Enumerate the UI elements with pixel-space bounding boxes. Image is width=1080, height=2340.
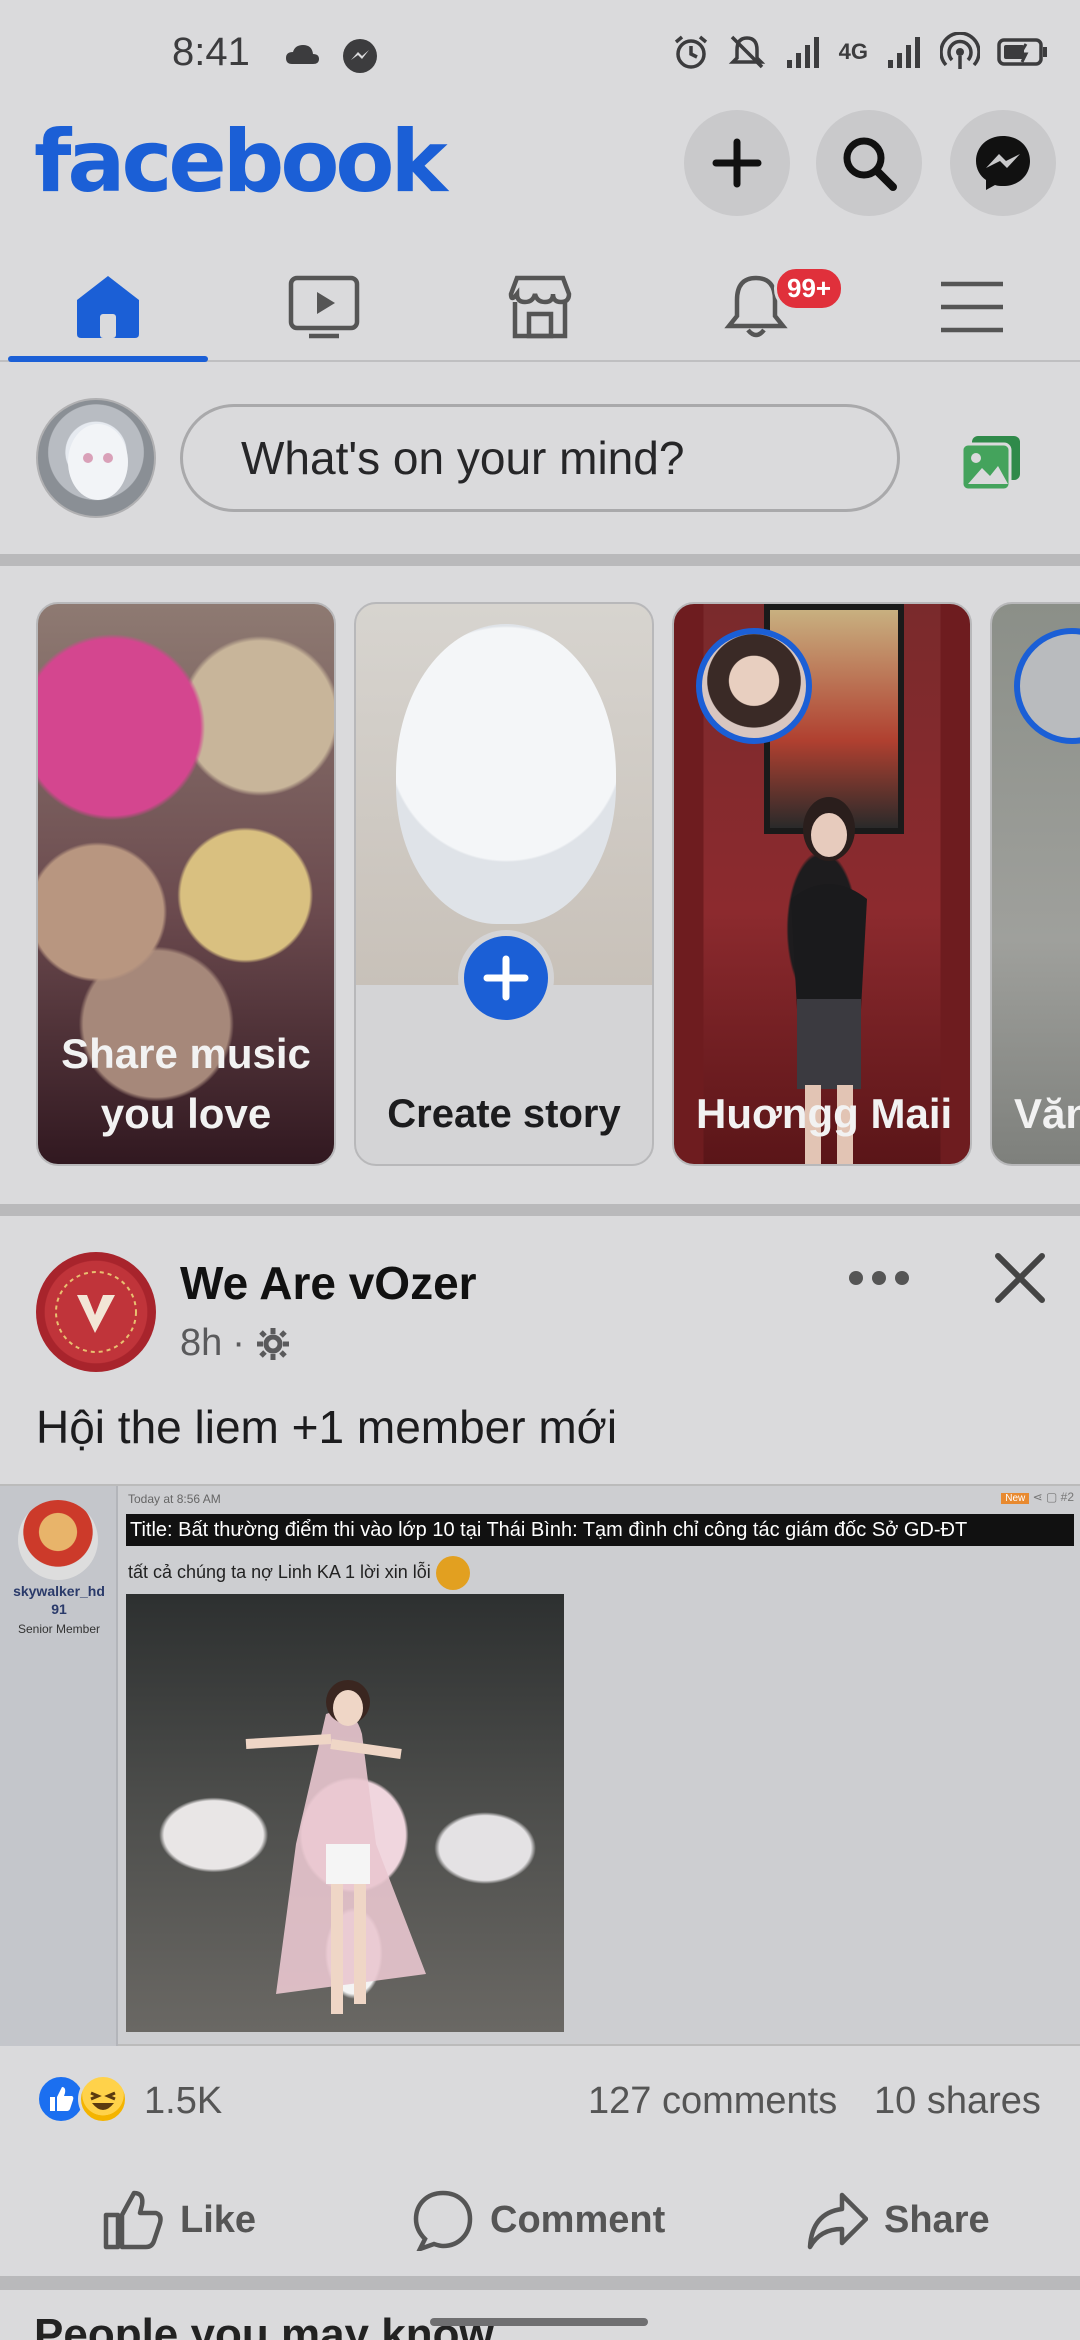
post-actions: Like Comment Share [0, 2156, 1080, 2276]
main-tabs: 99+ [0, 230, 1080, 362]
forum-subline: tất cả chúng ta nợ Linh KA 1 lời xin lỗi [128, 1556, 470, 1590]
post-meta: 8h · [180, 1322, 291, 1365]
messenger-icon [976, 136, 1030, 190]
next-section-title: People you may know [34, 2310, 494, 2340]
hotspot-icon [940, 32, 980, 69]
post-stats: 1.5K 127 comments 10 shares [0, 2062, 1080, 2138]
story-label: Văn [1014, 1090, 1080, 1137]
forum-user-avatar [18, 1500, 98, 1580]
forum-title: Title: Bất thường điểm thi vào lớp 10 tạ… [126, 1514, 1074, 1546]
reaction-count[interactable]: 1.5K [144, 2080, 222, 2123]
emoji-icon [435, 1556, 470, 1590]
tab-menu[interactable] [872, 250, 1072, 360]
forum-user-rank: Senior Member [17, 1622, 101, 1636]
network-type: 4G [838, 39, 868, 64]
facebook-logo[interactable]: facebook [34, 112, 448, 212]
mute-icon [728, 35, 765, 69]
like-label: Like [180, 2198, 257, 2241]
like-icon [103, 2190, 163, 2250]
home-icon [77, 276, 139, 338]
comment-label: Comment [490, 2198, 666, 2241]
photo-icon[interactable] [960, 434, 1022, 492]
status-time: 8:41 [172, 30, 250, 74]
post-image[interactable]: skywalker_hd 91 Senior Member Today at 8… [0, 1484, 1080, 2046]
page-name[interactable]: We Are vOzer [180, 1256, 477, 1310]
section-divider [0, 554, 1080, 566]
cloud-icon [286, 45, 319, 64]
voz-logo-icon [55, 1271, 137, 1353]
story-label: Huơngg Maii [696, 1090, 953, 1137]
share-icon [807, 2192, 868, 2250]
story-owner-avatar [1014, 628, 1080, 744]
story-card-friend[interactable]: Huơngg Maii [672, 602, 972, 1166]
forum-username: skywalker_hd 91 [13, 1583, 105, 1617]
plus-icon [483, 955, 529, 1001]
signal-icon-2 [888, 37, 920, 68]
alarm-icon [674, 35, 707, 69]
stories-carousel[interactable]: Share music you love Create story Huơngg… [0, 568, 1080, 1208]
tab-watch[interactable] [224, 250, 424, 360]
gear-icon [256, 1327, 289, 1360]
story-owner-avatar [696, 628, 812, 744]
whats-on-your-mind-input[interactable]: What's on your mind? [180, 404, 900, 512]
search-icon [843, 137, 897, 191]
meta-separator: · [232, 1322, 245, 1364]
shares-count[interactable]: 10 shares [874, 2080, 1041, 2123]
signal-icon [786, 37, 819, 68]
hamburger-menu-icon [941, 281, 1003, 333]
create-button[interactable] [684, 110, 790, 216]
active-tab-indicator [8, 356, 208, 362]
marketplace-icon [508, 275, 572, 339]
post-number: #2 [1060, 1490, 1074, 1504]
forum-user-sidebar: skywalker_hd 91 Senior Member [0, 1486, 118, 2046]
page-avatar[interactable] [36, 1252, 156, 1372]
new-tag: New [1001, 1493, 1030, 1504]
thumbs-up-icon [50, 2087, 74, 2111]
story-label: Create story [387, 1092, 621, 1136]
forum-timestamp: Today at 8:56 AM [128, 1492, 221, 1506]
video-icon [288, 275, 360, 339]
forum-tools: New ⋖ ▢ #2 [1001, 1490, 1074, 1504]
search-button[interactable] [816, 110, 922, 216]
section-divider [0, 2276, 1080, 2290]
battery-icon [997, 38, 1047, 66]
status-bar: 8:41 4G [0, 0, 1080, 110]
story-card-create[interactable]: Create story [354, 602, 654, 1166]
story-cat-image [396, 624, 616, 924]
cat-avatar-image [68, 424, 128, 500]
post-time: 8h [180, 1322, 223, 1364]
story-card-music[interactable]: Share music you love [36, 602, 336, 1166]
post-composer: What's on your mind? [0, 364, 1080, 554]
notifications-badge: 99+ [774, 266, 845, 311]
comment-icon [413, 2190, 473, 2251]
story-label: Share music you love [61, 1030, 311, 1137]
tab-notifications[interactable]: 99+ [656, 250, 856, 360]
more-options-icon[interactable] [848, 1268, 910, 1288]
like-button[interactable]: Like [102, 2180, 256, 2260]
singer-photo [126, 1594, 564, 2032]
story-card-friend-2[interactable]: Văn [990, 602, 1080, 1166]
share-label: Share [884, 2198, 990, 2241]
comments-count[interactable]: 127 comments [588, 2080, 837, 2123]
user-avatar[interactable] [36, 398, 156, 518]
comment-button[interactable]: Comment [412, 2180, 665, 2260]
create-story-plus-button[interactable] [458, 930, 554, 1026]
messenger-status-icon [343, 39, 377, 73]
section-divider [0, 1204, 1080, 1216]
gesture-home-bar[interactable] [430, 2318, 648, 2326]
laughing-face-icon [90, 2091, 116, 2110]
close-icon[interactable] [990, 1248, 1050, 1308]
share-button[interactable]: Share [806, 2180, 990, 2260]
feed-post: We Are vOzer 8h · Hội the liem +1 member… [0, 1218, 1080, 2298]
tab-marketplace[interactable] [440, 250, 640, 360]
haha-reaction-icon [78, 2074, 128, 2124]
post-text: Hội the liem +1 member mới [36, 1401, 618, 1453]
plus-icon [712, 138, 762, 188]
messenger-button[interactable] [950, 110, 1056, 216]
tab-home[interactable] [8, 250, 208, 362]
forum-subline-text: tất cả chúng ta nợ Linh KA 1 lời xin lỗi [128, 1561, 431, 1582]
